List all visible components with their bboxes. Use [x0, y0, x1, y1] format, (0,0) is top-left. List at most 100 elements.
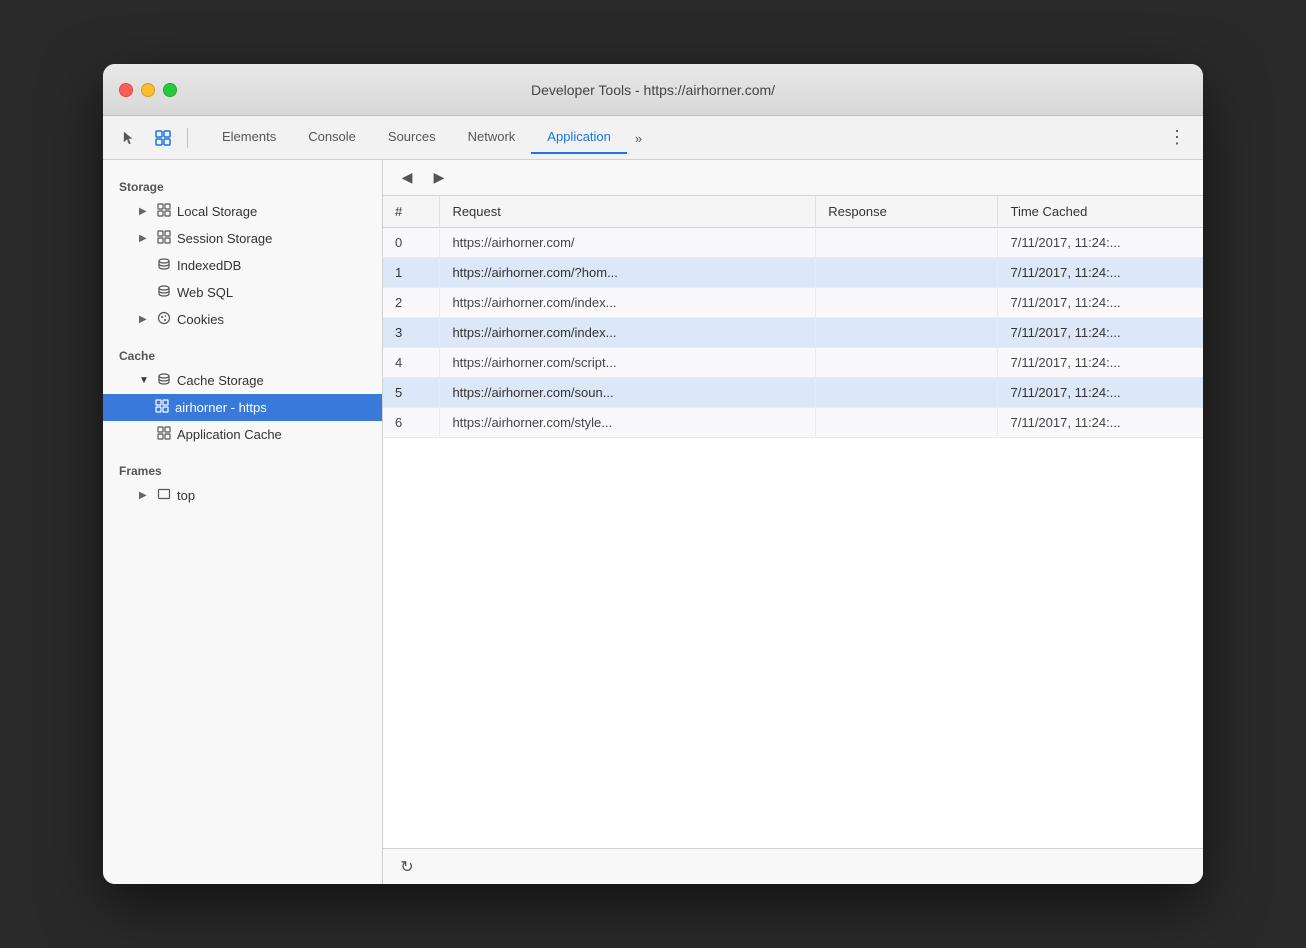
tab-network[interactable]: Network: [452, 121, 532, 154]
table-header-row: # Request Response Time Cached: [383, 196, 1203, 228]
tab-overflow[interactable]: »: [627, 123, 650, 154]
cell-response: [816, 318, 998, 348]
toolbar: Elements Console Sources Network Applica…: [103, 116, 1203, 160]
tab-application[interactable]: Application: [531, 121, 627, 154]
cell-time-cached: 7/11/2017, 11:24:...: [998, 288, 1203, 318]
tab-sources[interactable]: Sources: [372, 121, 452, 154]
cache-section-label: Cache: [103, 341, 382, 367]
toolbar-divider: [187, 128, 188, 148]
cell-num: 0: [383, 228, 440, 258]
forward-button[interactable]: ▶: [427, 166, 451, 190]
sidebar-item-cookies[interactable]: ▶ Cookies: [103, 306, 382, 333]
content-panel: ◀ ▶ # Request Response Time Cached 0: [383, 160, 1203, 884]
expand-arrow-session-storage: ▶: [139, 233, 151, 244]
cell-time-cached: 7/11/2017, 11:24:...: [998, 258, 1203, 288]
cell-time-cached: 7/11/2017, 11:24:...: [998, 408, 1203, 438]
table-row[interactable]: 5https://airhorner.com/soun... 7/11/2017,…: [383, 378, 1203, 408]
sidebar-item-indexeddb[interactable]: ▶ IndexedDB: [103, 252, 382, 279]
cell-num: 3: [383, 318, 440, 348]
expand-arrow-cookies: ▶: [139, 314, 151, 325]
main-layout: Storage ▶ Local Storage ▶: [103, 160, 1203, 884]
inspector-icon[interactable]: [149, 124, 177, 152]
sidebar-item-app-cache[interactable]: ▶ Application Cache: [103, 421, 382, 448]
app-cache-label: Application Cache: [177, 427, 282, 442]
expand-arrow-top: ▶: [139, 490, 151, 501]
col-header-response: Response: [816, 196, 998, 228]
cell-time-cached: 7/11/2017, 11:24:...: [998, 318, 1203, 348]
cookie-icon: [157, 311, 171, 328]
frames-section-label: Frames: [103, 456, 382, 482]
cache-table: # Request Response Time Cached 0https://…: [383, 196, 1203, 848]
sidebar-item-web-sql[interactable]: ▶ Web SQL: [103, 279, 382, 306]
cell-request: https://airhorner.com/script...: [440, 348, 816, 378]
cell-num: 5: [383, 378, 440, 408]
expand-arrow-cache-storage: ▼: [139, 375, 151, 386]
titlebar: Developer Tools - https://airhorner.com/: [103, 64, 1203, 116]
col-header-request: Request: [440, 196, 816, 228]
maximize-button[interactable]: [163, 83, 177, 97]
grid-icon-session: [157, 230, 171, 247]
col-header-num: #: [383, 196, 440, 228]
cell-request: https://airhorner.com/: [440, 228, 816, 258]
cell-num: 4: [383, 348, 440, 378]
session-storage-label: Session Storage: [177, 231, 272, 246]
cell-request: https://airhorner.com/index...: [440, 288, 816, 318]
traffic-lights: [119, 83, 177, 97]
db-icon-websql: [157, 284, 171, 301]
expand-arrow-local-storage: ▶: [139, 206, 151, 217]
airhorner-label: airhorner - https: [175, 400, 267, 415]
sidebar-item-local-storage[interactable]: ▶ Local Storage: [103, 198, 382, 225]
tab-bar: Elements Console Sources Network Applica…: [198, 121, 1157, 154]
grid-icon-airhorner: [155, 399, 169, 416]
cell-response: [816, 258, 998, 288]
cell-time-cached: 7/11/2017, 11:24:...: [998, 348, 1203, 378]
indexeddb-label: IndexedDB: [177, 258, 241, 273]
more-options-button[interactable]: ⋮: [1163, 124, 1191, 152]
cookies-label: Cookies: [177, 312, 224, 327]
content-toolbar: ◀ ▶: [383, 160, 1203, 196]
sidebar-item-cache-storage[interactable]: ▼ Cache Storage: [103, 367, 382, 394]
back-button[interactable]: ◀: [395, 166, 419, 190]
cache-storage-label: Cache Storage: [177, 373, 264, 388]
table-row[interactable]: 6https://airhorner.com/style... 7/11/2017…: [383, 408, 1203, 438]
table-row[interactable]: 3https://airhorner.com/index... 7/11/2017…: [383, 318, 1203, 348]
cell-request: https://airhorner.com/?hom...: [440, 258, 816, 288]
cell-num: 1: [383, 258, 440, 288]
table-row[interactable]: 1https://airhorner.com/?hom... 7/11/2017,…: [383, 258, 1203, 288]
cell-time-cached: 7/11/2017, 11:24:...: [998, 228, 1203, 258]
reload-button[interactable]: ↻: [395, 855, 419, 879]
tab-elements[interactable]: Elements: [206, 121, 292, 154]
cell-response: [816, 348, 998, 378]
tab-console[interactable]: Console: [292, 121, 372, 154]
devtools-window: Developer Tools - https://airhorner.com/…: [103, 64, 1203, 884]
cell-request: https://airhorner.com/soun...: [440, 378, 816, 408]
cell-time-cached: 7/11/2017, 11:24:...: [998, 378, 1203, 408]
col-header-cached: Time Cached: [998, 196, 1203, 228]
cell-num: 6: [383, 408, 440, 438]
grid-icon: [157, 203, 171, 220]
table-row[interactable]: 4https://airhorner.com/script... 7/11/201…: [383, 348, 1203, 378]
top-frame-label: top: [177, 488, 195, 503]
cell-response: [816, 228, 998, 258]
sidebar-item-top[interactable]: ▶ top: [103, 482, 382, 509]
cell-request: https://airhorner.com/style...: [440, 408, 816, 438]
window-title: Developer Tools - https://airhorner.com/: [531, 82, 775, 98]
db-icon: [157, 257, 171, 274]
storage-section-label: Storage: [103, 172, 382, 198]
sidebar-item-airhorner[interactable]: airhorner - https: [103, 394, 382, 421]
close-button[interactable]: [119, 83, 133, 97]
grid-icon-app-cache: [157, 426, 171, 443]
cell-response: [816, 408, 998, 438]
cursor-icon[interactable]: [115, 124, 143, 152]
sidebar-item-session-storage[interactable]: ▶ Session Storage: [103, 225, 382, 252]
cell-request: https://airhorner.com/index...: [440, 318, 816, 348]
db-icon-cache: [157, 372, 171, 389]
cell-num: 2: [383, 288, 440, 318]
requests-table: # Request Response Time Cached 0https://…: [383, 196, 1203, 438]
minimize-button[interactable]: [141, 83, 155, 97]
local-storage-label: Local Storage: [177, 204, 257, 219]
table-row[interactable]: 2https://airhorner.com/index... 7/11/2017…: [383, 288, 1203, 318]
sidebar: Storage ▶ Local Storage ▶: [103, 160, 383, 884]
table-row[interactable]: 0https://airhorner.com/7/11/2017, 11:24:…: [383, 228, 1203, 258]
cell-response: [816, 288, 998, 318]
